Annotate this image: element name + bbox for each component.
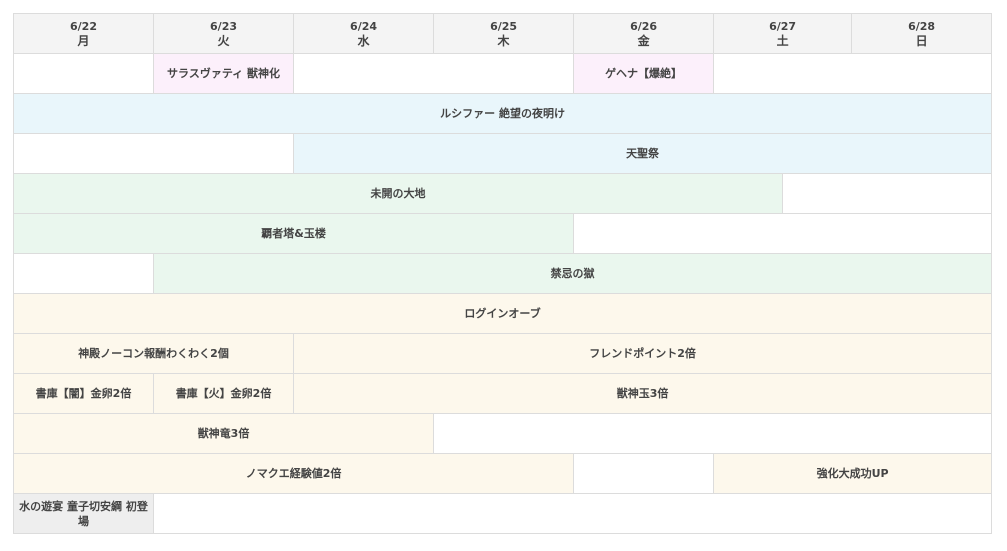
event-row: サラスヴァティ 獣神化 ゲヘナ【爆絶】	[12, 53, 993, 94]
event-cell: ログインオーブ	[12, 293, 993, 334]
empty-cell	[713, 53, 993, 94]
event-row: 天聖祭	[12, 133, 993, 174]
event-cell: 神殿ノーコン報酬わくわく2個	[12, 333, 295, 374]
day-header-7: 6/28 日	[851, 13, 993, 54]
day-weekday: 日	[915, 33, 928, 48]
event-row: 禁忌の獄	[12, 253, 993, 294]
event-schedule: 6/22 月 6/23 火 6/24 水 6/25 木 6/26 金 6/27 土 6/28 日 サラスヴ…	[12, 13, 993, 534]
empty-cell	[293, 53, 575, 94]
event-rows: サラスヴァティ 獣神化 ゲヘナ【爆絶】 ルシファー 絶望の夜明け 天聖祭 未開の大地 覇者…	[12, 53, 993, 534]
event-cell: フレンドポイント2倍	[293, 333, 993, 374]
event-cell: 未開の大地	[12, 173, 784, 214]
empty-cell	[573, 453, 715, 494]
event-row: 水の遊宴 童子切安綱 初登場	[12, 493, 993, 534]
empty-cell	[573, 213, 993, 254]
day-weekday: 金	[637, 33, 650, 48]
day-weekday: 水	[357, 33, 370, 48]
event-cell: 獣神竜3倍	[12, 413, 435, 454]
event-cell: ゲヘナ【爆絶】	[573, 53, 715, 94]
event-row: 覇者塔&玉楼	[12, 213, 993, 254]
day-date: 6/27	[769, 19, 797, 33]
empty-cell	[12, 53, 155, 94]
schedule-table: 6/22 月 6/23 火 6/24 水 6/25 木 6/26 金 6/27 土 6/28 日 サラスヴ…	[12, 13, 993, 534]
event-cell: 覇者塔&玉楼	[12, 213, 575, 254]
day-date: 6/22	[70, 19, 97, 33]
event-cell: 水の遊宴 童子切安綱 初登場	[12, 493, 155, 534]
day-header-3: 6/24 水	[293, 13, 435, 54]
empty-cell	[12, 253, 155, 294]
day-weekday: 土	[776, 33, 789, 48]
empty-cell	[782, 173, 993, 214]
event-cell: 書庫【闇】金卵2倍	[12, 373, 155, 414]
day-header-5: 6/26 金	[573, 13, 715, 54]
event-cell: 禁忌の獄	[153, 253, 993, 294]
event-cell: 書庫【火】金卵2倍	[153, 373, 295, 414]
day-weekday: 木	[497, 33, 510, 48]
day-weekday: 月	[77, 33, 90, 48]
event-row: 書庫【闇】金卵2倍 書庫【火】金卵2倍 獣神玉3倍	[12, 373, 993, 414]
day-header-4: 6/25 木	[433, 13, 575, 54]
event-row: 獣神竜3倍	[12, 413, 993, 454]
day-header-6: 6/27 土	[713, 13, 853, 54]
day-date: 6/24	[350, 19, 378, 33]
event-row: ログインオーブ	[12, 293, 993, 334]
day-date: 6/26	[630, 19, 658, 33]
day-header-2: 6/23 火	[153, 13, 295, 54]
day-header-1: 6/22 月	[12, 13, 155, 54]
day-weekday: 火	[217, 33, 230, 48]
empty-cell	[433, 413, 993, 454]
event-cell: 強化大成功UP	[713, 453, 993, 494]
day-header-row: 6/22 月 6/23 火 6/24 水 6/25 木 6/26 金 6/27 土 6/28 日	[12, 13, 993, 54]
day-date: 6/28	[908, 19, 936, 33]
event-cell: サラスヴァティ 獣神化	[153, 53, 295, 94]
event-cell: 天聖祭	[293, 133, 993, 174]
day-date: 6/25	[490, 19, 518, 33]
empty-cell	[12, 133, 295, 174]
event-row: ノマクエ経験値2倍 強化大成功UP	[12, 453, 993, 494]
event-cell: 獣神玉3倍	[293, 373, 993, 414]
event-row: 未開の大地	[12, 173, 993, 214]
event-row: ルシファー 絶望の夜明け	[12, 93, 993, 134]
event-cell: ノマクエ経験値2倍	[12, 453, 575, 494]
event-cell: ルシファー 絶望の夜明け	[12, 93, 993, 134]
day-date: 6/23	[210, 19, 238, 33]
event-row: 神殿ノーコン報酬わくわく2個 フレンドポイント2倍	[12, 333, 993, 374]
empty-cell	[153, 493, 993, 534]
